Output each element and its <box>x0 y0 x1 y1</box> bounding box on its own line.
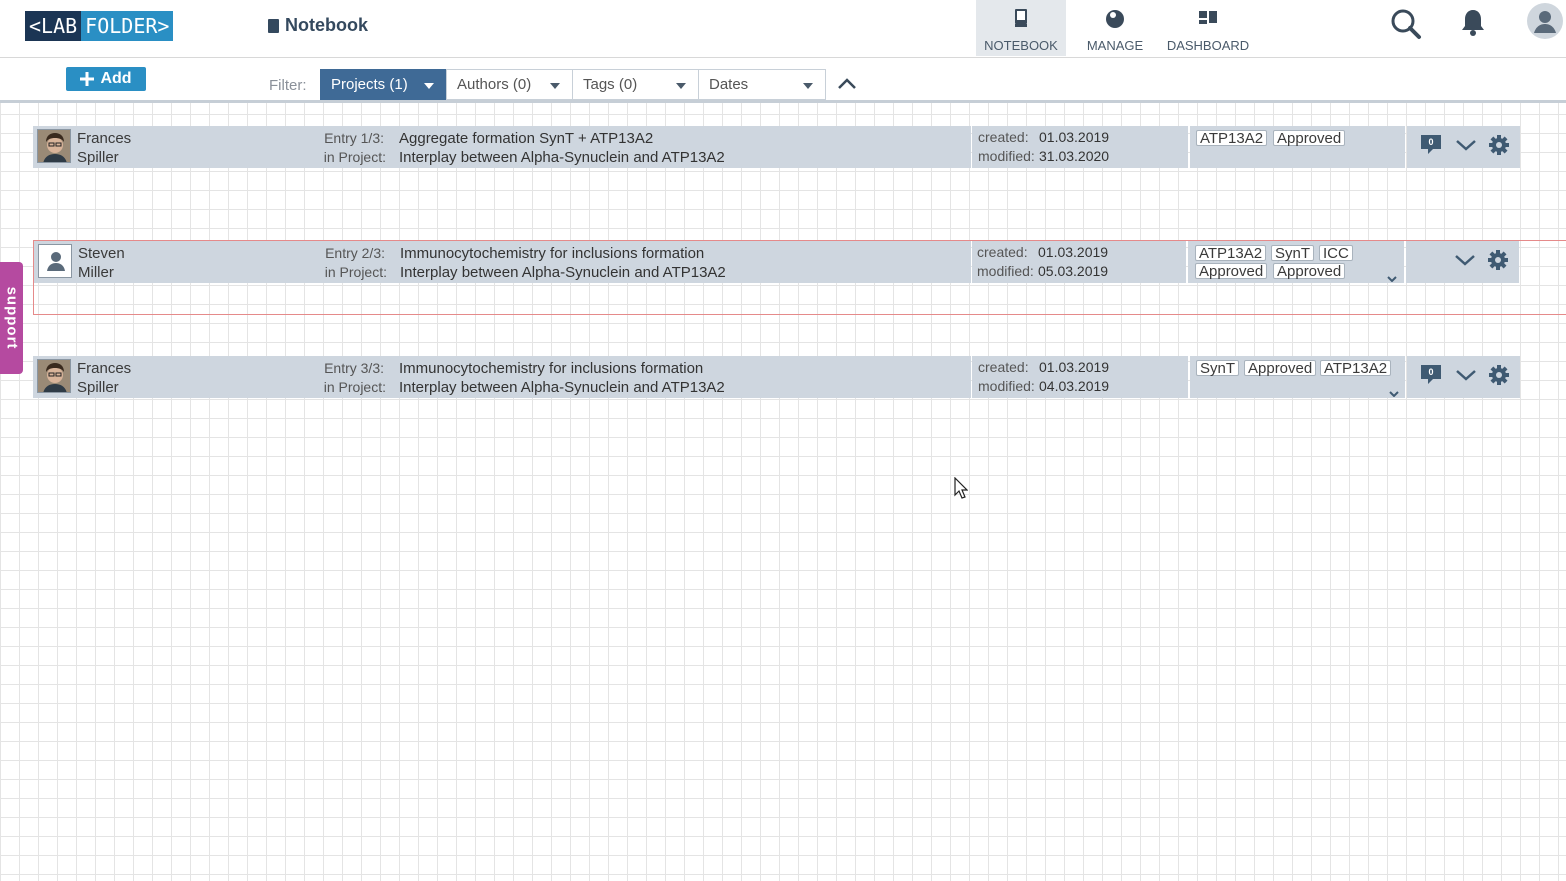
tag[interactable]: ATP13A2 <box>1195 245 1267 261</box>
top-bar: <LAB FOLDER> Notebook NOTEBOOK MANAGE DA… <box>0 0 1566 58</box>
mouse-cursor-icon <box>954 476 969 499</box>
nav-manage[interactable]: MANAGE <box>1070 0 1160 56</box>
tag[interactable]: SynT <box>1196 360 1240 376</box>
logo-right-text: FOLDER> <box>81 11 174 41</box>
nav-notebook[interactable]: NOTEBOOK <box>976 0 1066 56</box>
nav-dashboard-label: DASHBOARD <box>1166 38 1250 53</box>
comment-count: 0 <box>1428 137 1433 147</box>
expand-tags-chevron-icon[interactable] <box>1387 269 1397 283</box>
tag[interactable]: Approved <box>1244 360 1317 376</box>
avatar <box>37 129 71 163</box>
caret-down-icon <box>550 83 560 89</box>
in-project-label: in Project: <box>324 264 387 280</box>
entry-number-label: Entry 3/3: <box>324 360 384 376</box>
search-icon[interactable] <box>1388 5 1424 41</box>
tag[interactable]: Approved <box>1273 263 1346 279</box>
modified-date: 04.03.2019 <box>1039 378 1110 394</box>
gear-icon[interactable] <box>1487 363 1511 387</box>
filter-dates-label: Dates <box>709 76 749 93</box>
created-date: 01.03.2019 <box>1038 244 1109 260</box>
filter-tags-label: Tags (0) <box>583 76 638 93</box>
in-project-label: in Project: <box>323 379 386 395</box>
nav-dashboard[interactable]: DASHBOARD <box>1163 0 1253 56</box>
author-first-name: Frances <box>77 130 132 147</box>
support-tab[interactable]: support <box>0 262 23 374</box>
caret-down-icon <box>803 83 813 89</box>
modified-date: 31.03.2020 <box>1039 148 1110 164</box>
gear-icon[interactable] <box>1487 133 1511 157</box>
tag[interactable]: ATP13A2 <box>1196 130 1268 146</box>
labfolder-logo[interactable]: <LAB FOLDER> <box>25 11 174 41</box>
support-label: support <box>3 286 20 350</box>
add-button[interactable]: Add <box>66 67 146 91</box>
nav-notebook-label: NOTEBOOK <box>984 38 1058 53</box>
tag[interactable]: Approved <box>1273 130 1346 146</box>
dashboard-icon <box>1163 6 1253 30</box>
entry-title[interactable]: Aggregate formation SynT + ATP13A2 <box>399 129 653 148</box>
add-button-label: Add <box>100 70 132 87</box>
avatar <box>37 359 71 393</box>
filter-tags[interactable]: Tags (0) <box>572 69 699 100</box>
created-date: 01.03.2019 <box>1039 129 1110 145</box>
filter-bar: Add Filter: Projects (1) Authors (0) Tag… <box>0 58 1566 103</box>
chevron-down-icon[interactable] <box>1454 133 1478 157</box>
filter-label: Filter: <box>269 77 307 94</box>
page-title: Notebook <box>268 15 368 36</box>
filter-authors-label: Authors (0) <box>457 76 532 93</box>
manage-icon <box>1070 6 1160 30</box>
filter-projects[interactable]: Projects (1) <box>320 69 447 100</box>
entry-number-label: Entry 2/3: <box>325 245 385 261</box>
created-label: created: <box>978 359 1029 375</box>
entry-project[interactable]: Interplay between Alpha-Synuclein and AT… <box>400 263 726 282</box>
author-first-name: Frances <box>77 360 132 377</box>
created-label: created: <box>977 244 1028 260</box>
comment-count: 0 <box>1428 367 1433 377</box>
modified-date: 05.03.2019 <box>1038 263 1109 279</box>
author-last-name: Spiller <box>77 379 119 396</box>
filter-projects-label: Projects (1) <box>331 76 408 93</box>
bell-icon[interactable] <box>1455 5 1491 41</box>
filter-authors[interactable]: Authors (0) <box>446 69 573 100</box>
chevron-down-icon[interactable] <box>1454 363 1478 387</box>
notebook-icon <box>976 6 1066 30</box>
entry-title[interactable]: Immunocytochemistry for inclusions forma… <box>399 359 703 378</box>
created-date: 01.03.2019 <box>1039 359 1110 375</box>
author-first-name: Steven <box>78 245 125 262</box>
modified-label: modified: <box>978 148 1035 164</box>
chevron-down-icon[interactable] <box>1453 248 1477 272</box>
gear-icon[interactable] <box>1486 248 1510 272</box>
avatar <box>38 244 72 278</box>
tag[interactable]: SynT <box>1271 245 1315 261</box>
caret-down-icon <box>424 83 434 89</box>
collapse-filter-chevron-up-icon[interactable] <box>836 76 858 92</box>
plus-icon <box>80 72 95 86</box>
author-last-name: Spiller <box>77 149 119 166</box>
in-project-label: in Project: <box>323 149 386 165</box>
entry-project[interactable]: Interplay between Alpha-Synuclein and AT… <box>399 148 725 167</box>
modified-label: modified: <box>977 263 1034 279</box>
modified-label: modified: <box>978 378 1035 394</box>
created-label: created: <box>978 129 1029 145</box>
tag[interactable]: ICC <box>1319 245 1353 261</box>
tag[interactable]: Approved <box>1195 263 1268 279</box>
expand-tags-chevron-icon[interactable] <box>1389 384 1399 398</box>
entry-project[interactable]: Interplay between Alpha-Synuclein and AT… <box>399 378 725 397</box>
notebook-icon <box>268 18 279 33</box>
entry-title[interactable]: Immunocytochemistry for inclusions forma… <box>400 244 704 263</box>
page-title-text: Notebook <box>285 15 368 35</box>
tag[interactable]: ATP13A2 <box>1320 360 1392 376</box>
filter-dates[interactable]: Dates <box>698 69 826 100</box>
user-avatar-icon[interactable] <box>1526 2 1564 40</box>
entry-number-label: Entry 1/3: <box>324 130 384 146</box>
caret-down-icon <box>676 83 686 89</box>
logo-left-text: <LAB <box>25 11 82 41</box>
author-last-name: Miller <box>78 264 114 281</box>
comment-icon[interactable]: 0 <box>1419 133 1443 157</box>
comment-icon[interactable]: 0 <box>1419 363 1443 387</box>
nav-manage-label: MANAGE <box>1086 38 1144 53</box>
